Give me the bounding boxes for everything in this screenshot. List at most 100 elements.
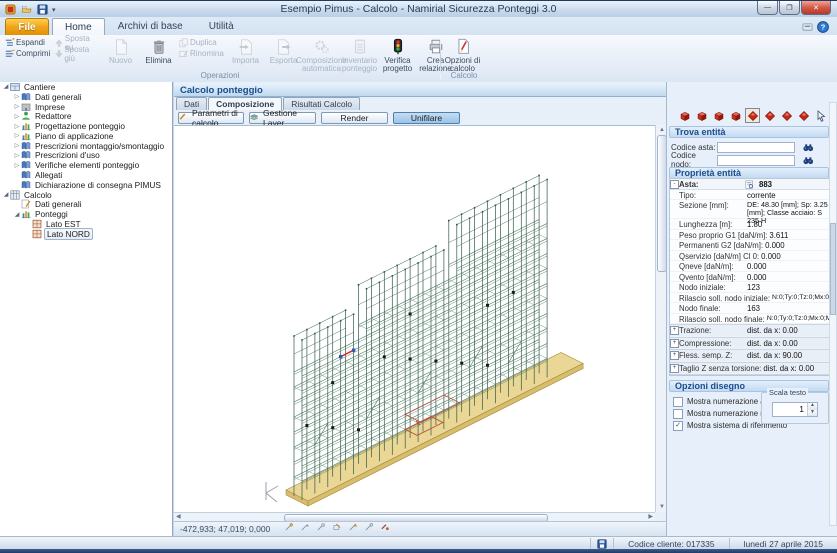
expander-box[interactable]: + — [670, 326, 679, 335]
tree-item-dati-generali[interactable]: Dati generali — [0, 200, 172, 210]
tree-item-dichiarazione-di-consegna-pimus[interactable]: Dichiarazione di consegna PIMUS — [0, 180, 172, 190]
tree-item-verifiche-elementi-ponteggio[interactable]: ▷ Verifiche elementi ponteggio — [0, 160, 172, 170]
tree-item-allegati[interactable]: Allegati — [0, 170, 172, 180]
tree-expand-icon[interactable]: ▷ — [13, 162, 21, 169]
tree-collapse-icon[interactable]: ◢ — [2, 83, 10, 90]
toolbar-button-render[interactable]: Render — [321, 112, 388, 124]
pointer-select[interactable] — [813, 108, 828, 123]
ribbon-button-comprimi[interactable]: Comprimi — [4, 48, 51, 59]
checkbox-unchecked[interactable] — [673, 397, 683, 407]
ribbon-button-label: Importa — [232, 57, 259, 65]
expander-box[interactable]: + — [670, 351, 679, 360]
property-row-compressione-[interactable]: +Compressione:dist. da x: 0.00 — [670, 337, 830, 350]
red-cube-view-2[interactable] — [694, 108, 709, 123]
drawing-canvas[interactable] — [174, 125, 655, 513]
tree-expand-icon[interactable]: ▷ — [13, 93, 21, 100]
tree-item-lato-nord[interactable]: Lato NORD — [0, 229, 172, 239]
tree-expand-icon[interactable]: ▷ — [13, 132, 21, 139]
tree-expand-icon[interactable]: ▷ — [13, 152, 21, 159]
ribbon-button-espandi[interactable]: Espandi — [4, 37, 51, 48]
ribbon-button-opzioni-di-calcolo[interactable]: Opzioni di calcolo — [444, 37, 481, 70]
checkbox-row-mostra-numerazione-aste[interactable]: Mostra numerazione aste — [673, 396, 775, 407]
traffic-light-icon — [389, 38, 407, 56]
toolbar-button-parametri-di-calcolo[interactable]: Parametri di calcolo — [178, 112, 244, 124]
tree-expand-icon[interactable]: ▷ — [13, 123, 21, 130]
ribbon-tab-archivi-di-base[interactable]: Archivi di base — [105, 18, 196, 35]
close-button[interactable]: ✕ — [801, 1, 831, 15]
tree-item-prescrizioni-d-uso[interactable]: ▷Prescrizioni d'uso — [0, 151, 172, 161]
toolbar-button-unifilare[interactable]: Unifilare — [393, 112, 460, 124]
red-diamond-view-5[interactable] — [745, 108, 760, 123]
property-row-asta-[interactable]: -Asta:883 — [670, 179, 830, 190]
panel-scroll-thumb[interactable] — [830, 223, 836, 315]
tree-item-imprese[interactable]: ▷Imprese — [0, 102, 172, 112]
tree-expand-icon[interactable]: ▷ — [13, 103, 21, 110]
collapse-minus-icon[interactable]: - — [670, 179, 679, 189]
expander-box[interactable]: + — [670, 339, 679, 348]
expander-box[interactable]: - — [670, 180, 679, 189]
tree-item-prescrizioni-montaggio-smontaggio[interactable]: ▷Prescrizioni montaggio/smontaggio — [0, 141, 172, 151]
red-cube-view-4[interactable] — [728, 108, 743, 123]
scaffold-3d-view[interactable] — [174, 126, 655, 513]
red-diamond-view-8[interactable] — [796, 108, 811, 123]
ribbon-tab-utilità[interactable]: Utilità — [196, 18, 247, 35]
minimize-button[interactable]: — — [757, 1, 778, 15]
binoculars-icon[interactable] — [803, 155, 814, 166]
expander-box[interactable]: + — [670, 364, 679, 373]
ribbon-button-nuovo: Nuovo — [102, 37, 139, 70]
red-diamond-view-7[interactable] — [779, 108, 794, 123]
property-row-verifica-a-stabilit-in-x-[interactable]: +Verifica a stabilità in X:dist. da x: 0… — [670, 374, 830, 376]
tree-expand-icon[interactable]: ▷ — [13, 113, 21, 120]
checkbox-unchecked[interactable] — [673, 409, 683, 419]
scroll-down-icon[interactable]: ▼ — [659, 503, 665, 511]
client-code: Codice cliente: 017335 — [613, 538, 728, 549]
ribbon-group-label: Operazioni — [2, 71, 438, 80]
red-cube-view-1[interactable] — [677, 108, 692, 123]
duplicate-icon — [178, 38, 190, 48]
property-name: Nodo iniziale: — [679, 282, 745, 292]
tree-item-redattore[interactable]: ▷Redattore — [0, 111, 172, 121]
red-diamond-view-6[interactable] — [762, 108, 777, 123]
scala-testo-spinner[interactable]: 1 ▲ ▼ — [772, 402, 818, 417]
expand-plus-icon[interactable]: + — [670, 338, 679, 348]
red-cube-view-3[interactable] — [711, 108, 726, 123]
spinner-down-icon[interactable]: ▼ — [808, 410, 817, 417]
ribbon-button-verifica-progetto[interactable]: Verifica progetto — [379, 37, 416, 70]
scroll-up-icon[interactable]: ▲ — [659, 126, 665, 134]
tree-item-label: Verifiche elementi ponteggio — [33, 160, 141, 170]
tree-item-dati-generali[interactable]: ▷Dati generali — [0, 92, 172, 102]
tree-collapse-icon[interactable]: ◢ — [2, 191, 10, 198]
expand-plus-icon[interactable]: + — [670, 350, 679, 360]
tree-item-piano-di-applicazione[interactable]: ▷Piano di applicazione — [0, 131, 172, 141]
book-icon — [21, 180, 31, 190]
checkbox-row-mostra-numerazione-nodi[interactable]: Mostra numerazione nodi — [673, 408, 775, 419]
property-row-trazione-[interactable]: +Trazione:dist. da x: 0.00 — [670, 324, 830, 337]
scroll-right-icon[interactable]: ▶ — [648, 513, 653, 521]
scroll-left-icon[interactable]: ◀ — [176, 513, 181, 521]
window-controls: — ❐ ✕ — [756, 1, 831, 15]
codice-asta-input[interactable] — [717, 142, 795, 153]
save-icon[interactable] — [590, 538, 613, 549]
ribbon-tab-home[interactable]: Home — [52, 18, 105, 35]
binoculars-icon[interactable] — [803, 142, 814, 153]
panel-scrollbar[interactable] — [829, 102, 837, 526]
properties-panel: Trova entità Codice asta: Codice nodo: P… — [666, 82, 837, 536]
expand-plus-icon[interactable]: + — [670, 363, 679, 373]
ribbon-button-elimina[interactable]: Elimina — [140, 37, 177, 70]
checkbox-checked[interactable]: ✓ — [673, 421, 683, 431]
tree-item-progettazione-ponteggio[interactable]: ▷ Progettazione ponteggio — [0, 121, 172, 131]
toolbar-button-gestione-layer[interactable]: Gestione Layer — [249, 112, 316, 124]
tree-item-label: Progettazione ponteggio — [33, 121, 127, 131]
tree-collapse-icon[interactable]: ◢ — [13, 211, 21, 218]
expand-plus-icon[interactable]: + — [670, 325, 679, 335]
tree-item-cantiere[interactable]: ◢Cantiere — [0, 82, 172, 92]
maximize-button[interactable]: ❐ — [779, 1, 800, 15]
tree-item-ponteggi[interactable]: ◢Ponteggi — [0, 209, 172, 219]
property-row-fless-semp-z-[interactable]: +Fless. semp. Z:dist. da x: 90.00 — [670, 349, 830, 362]
codice-nodo-input[interactable] — [717, 155, 795, 166]
expand-plus-icon[interactable]: + — [670, 375, 679, 376]
tree-item-calcolo[interactable]: ◢Calcolo — [0, 190, 172, 200]
property-row-qneve-dan-m-: Qneve [daN/m]:0.000 — [670, 261, 830, 272]
tree-expand-icon[interactable]: ▷ — [13, 142, 21, 149]
property-row-taglio-z-senza-torsione-[interactable]: +Taglio Z senza torsione:dist. da x: 0.0… — [670, 362, 830, 375]
